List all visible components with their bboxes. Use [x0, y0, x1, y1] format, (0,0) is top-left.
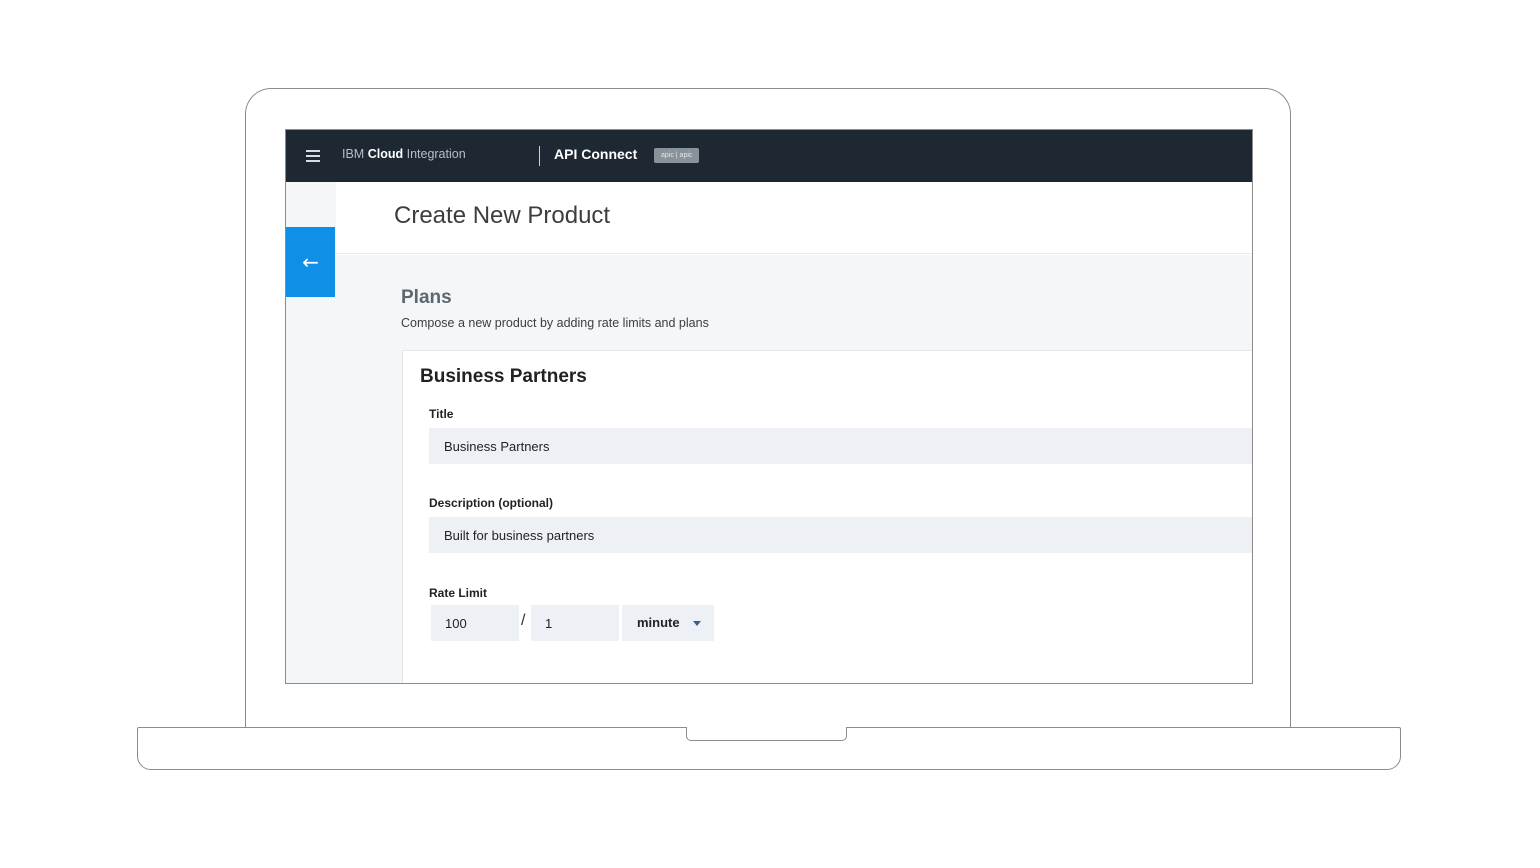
plans-section-description: Compose a new product by adding rate lim…	[401, 316, 709, 330]
page-title: Create New Product	[394, 202, 611, 229]
product-name[interactable]: API Connect	[554, 146, 637, 162]
arrow-left-icon: ←	[302, 250, 319, 274]
description-input[interactable]	[429, 517, 1252, 553]
laptop-notch	[686, 727, 847, 741]
rate-limit-label: Rate Limit	[429, 586, 488, 600]
caret-down-icon	[693, 621, 701, 626]
rate-separator: /	[521, 612, 526, 629]
hamburger-menu-icon[interactable]	[306, 150, 320, 162]
page-title-bar: Create New Product	[336, 182, 1252, 254]
brand-name[interactable]: IBM Cloud Integration	[342, 147, 466, 161]
title-field-label: Title	[429, 407, 454, 421]
brand-suffix: Integration	[403, 147, 466, 161]
brand-prefix: IBM	[342, 147, 368, 161]
plan-card: Business Partners Title Description (opt…	[402, 350, 1252, 683]
plans-section-title: Plans	[401, 287, 452, 308]
rate-interval-input[interactable]	[531, 605, 619, 641]
brand-bold: Cloud	[367, 147, 404, 161]
rate-unit-select[interactable]: minute	[622, 605, 714, 641]
back-button[interactable]: ←	[286, 227, 335, 297]
title-input[interactable]	[429, 428, 1252, 464]
rate-unit-value: minute	[637, 615, 680, 630]
rate-count-input[interactable]	[431, 605, 519, 641]
laptop-screen: IBM Cloud Integration API Connect apic |…	[285, 129, 1253, 684]
description-field-label: Description (optional)	[429, 496, 553, 510]
main-content: Plans Compose a new product by adding ra…	[336, 255, 1252, 683]
top-header-bar: IBM Cloud Integration API Connect apic |…	[286, 130, 1252, 182]
catalog-badge: apic | apic	[654, 148, 700, 163]
header-divider	[539, 146, 540, 166]
plan-card-title: Business Partners	[420, 366, 587, 387]
